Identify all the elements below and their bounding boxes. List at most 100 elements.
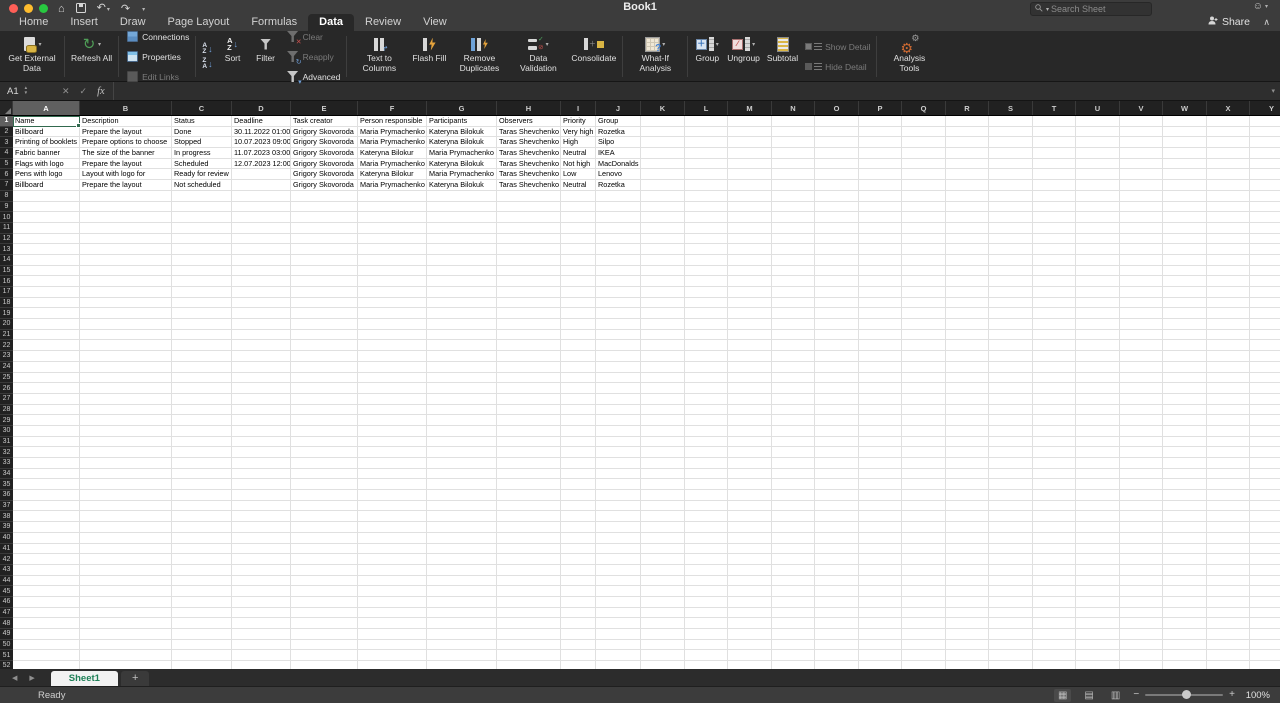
- cell-C19[interactable]: [172, 308, 232, 320]
- column-header-R[interactable]: R: [946, 101, 989, 115]
- cell-I15[interactable]: [561, 265, 596, 277]
- cell-E50[interactable]: [291, 639, 358, 651]
- cell-D49[interactable]: [232, 629, 291, 640]
- column-header-W[interactable]: W: [1163, 101, 1207, 115]
- cell-N49[interactable]: [772, 629, 815, 640]
- cell-A20[interactable]: [13, 319, 80, 330]
- cell-W3[interactable]: [1163, 137, 1207, 149]
- cell-F14[interactable]: [358, 254, 427, 266]
- cell-B51[interactable]: [80, 650, 172, 662]
- cell-C31[interactable]: [172, 436, 232, 448]
- cell-F45[interactable]: [358, 586, 427, 597]
- cell-H34[interactable]: [497, 468, 561, 480]
- cell-Q4[interactable]: [902, 148, 946, 159]
- column-header-V[interactable]: V: [1120, 101, 1163, 115]
- cell-X12[interactable]: [1207, 233, 1250, 245]
- cell-A38[interactable]: [13, 511, 80, 523]
- cell-Q23[interactable]: [902, 351, 946, 362]
- cell-A41[interactable]: [13, 543, 80, 555]
- ribbon-button-filter[interactable]: Filter: [251, 33, 281, 80]
- cell-G50[interactable]: [427, 639, 497, 651]
- cell-L32[interactable]: [685, 447, 728, 458]
- cell-Q11[interactable]: [902, 222, 946, 234]
- column-header-O[interactable]: O: [815, 101, 859, 115]
- cell-T3[interactable]: [1033, 137, 1076, 149]
- cell-S35[interactable]: [989, 479, 1033, 491]
- cell-T19[interactable]: [1033, 308, 1076, 320]
- cell-B11[interactable]: [80, 222, 172, 234]
- cell-D52[interactable]: [232, 661, 291, 669]
- column-header-F[interactable]: F: [358, 101, 427, 115]
- cell-N40[interactable]: [772, 532, 815, 544]
- cell-Y15[interactable]: [1250, 266, 1280, 277]
- cell-Y34[interactable]: [1250, 469, 1280, 480]
- cell-D44[interactable]: [232, 575, 291, 587]
- cell-O24[interactable]: [815, 361, 859, 373]
- cell-H7[interactable]: Taras Shevchenko: [497, 180, 561, 191]
- cell-Y27[interactable]: [1250, 394, 1280, 405]
- cell-X34[interactable]: [1207, 468, 1250, 480]
- cell-E28[interactable]: [291, 404, 358, 416]
- cell-O4[interactable]: [815, 148, 859, 159]
- cell-U20[interactable]: [1076, 319, 1120, 330]
- cell-R1[interactable]: [946, 116, 989, 127]
- cell-D40[interactable]: [232, 532, 291, 544]
- cell-H52[interactable]: [497, 661, 561, 669]
- cell-S2[interactable]: [989, 126, 1033, 138]
- cell-B12[interactable]: [80, 233, 172, 245]
- cell-Q15[interactable]: [902, 265, 946, 277]
- cell-E6[interactable]: Grigory Skovoroda: [291, 169, 358, 181]
- cell-U52[interactable]: [1076, 661, 1120, 669]
- cell-G21[interactable]: [427, 329, 497, 341]
- cell-D46[interactable]: [232, 596, 291, 608]
- cell-O29[interactable]: [815, 415, 859, 426]
- cell-H16[interactable]: [497, 276, 561, 287]
- cell-P17[interactable]: [859, 287, 902, 298]
- cell-R13[interactable]: [946, 244, 989, 255]
- cell-U26[interactable]: [1076, 383, 1120, 394]
- cell-L16[interactable]: [685, 276, 728, 287]
- cell-S48[interactable]: [989, 618, 1033, 629]
- cell-F46[interactable]: [358, 596, 427, 608]
- row-header-11[interactable]: 11: [0, 222, 13, 234]
- column-header-A[interactable]: A: [13, 101, 80, 115]
- cell-U24[interactable]: [1076, 361, 1120, 373]
- cell-O38[interactable]: [815, 511, 859, 523]
- cell-W8[interactable]: [1163, 190, 1207, 202]
- cell-B13[interactable]: [80, 244, 172, 255]
- cell-C29[interactable]: [172, 415, 232, 426]
- cell-O41[interactable]: [815, 543, 859, 555]
- column-header-D[interactable]: D: [232, 101, 291, 115]
- cell-M11[interactable]: [728, 222, 772, 234]
- cell-Y39[interactable]: [1250, 522, 1280, 533]
- cell-H22[interactable]: [497, 340, 561, 352]
- cell-Q21[interactable]: [902, 329, 946, 341]
- cell-Q18[interactable]: [902, 297, 946, 309]
- cell-F13[interactable]: [358, 244, 427, 255]
- cell-R4[interactable]: [946, 148, 989, 159]
- cell-B44[interactable]: [80, 575, 172, 587]
- cell-X43[interactable]: [1207, 564, 1250, 576]
- cell-Q35[interactable]: [902, 479, 946, 491]
- cell-X40[interactable]: [1207, 532, 1250, 544]
- cell-N8[interactable]: [772, 190, 815, 202]
- cell-G28[interactable]: [427, 404, 497, 416]
- cell-Q3[interactable]: [902, 137, 946, 149]
- cell-B31[interactable]: [80, 436, 172, 448]
- cell-K5[interactable]: [641, 158, 685, 170]
- cell-B46[interactable]: [80, 596, 172, 608]
- cell-B25[interactable]: [80, 372, 172, 384]
- cell-F32[interactable]: [358, 447, 427, 458]
- cell-N47[interactable]: [772, 607, 815, 619]
- cell-B37[interactable]: [80, 500, 172, 512]
- cell-E43[interactable]: [291, 564, 358, 576]
- cell-R9[interactable]: [946, 201, 989, 213]
- cell-Q47[interactable]: [902, 607, 946, 619]
- cell-N5[interactable]: [772, 158, 815, 170]
- column-header-Q[interactable]: Q: [902, 101, 946, 115]
- cell-D6[interactable]: [232, 169, 291, 181]
- cell-N37[interactable]: [772, 500, 815, 512]
- cell-V33[interactable]: [1120, 458, 1163, 469]
- cell-C46[interactable]: [172, 596, 232, 608]
- cell-E30[interactable]: [291, 425, 358, 437]
